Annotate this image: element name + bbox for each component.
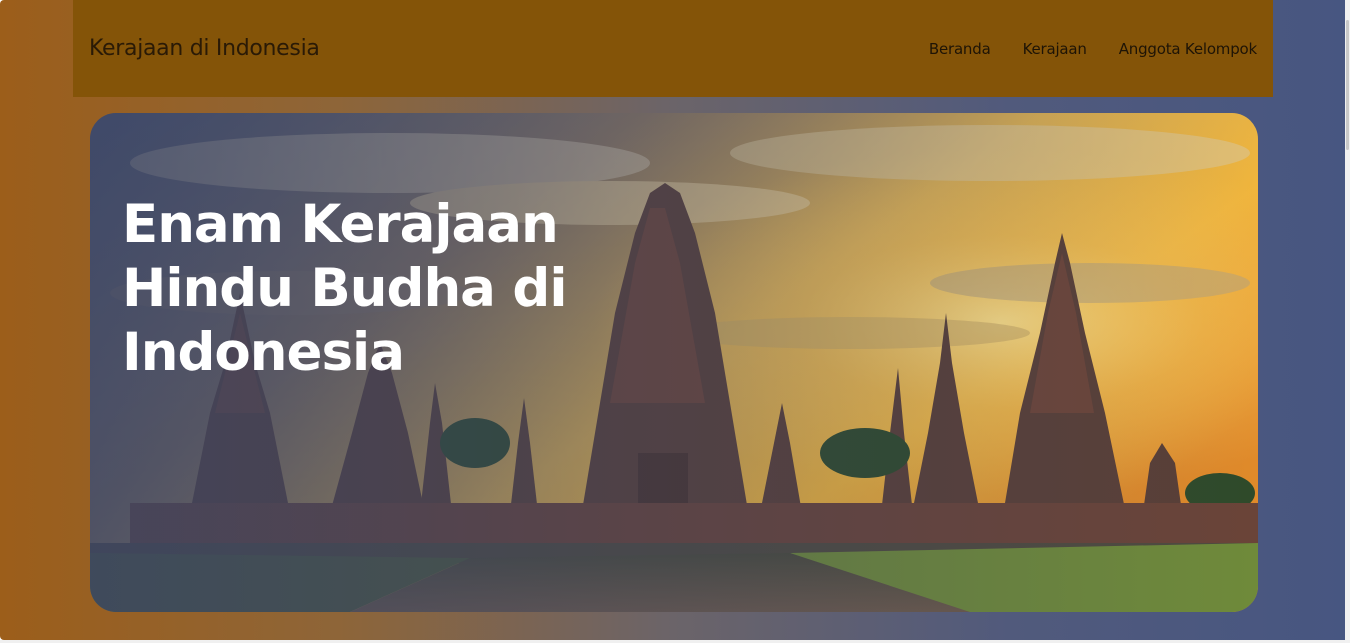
- brand-logo-link[interactable]: Kerajaan di Indonesia: [89, 36, 320, 61]
- vertical-scrollbar[interactable]: [1345, 0, 1350, 643]
- nav-links: Beranda Kerajaan Anggota Kelompok: [929, 40, 1257, 58]
- page: Kerajaan di Indonesia Beranda Kerajaan A…: [0, 0, 1350, 643]
- scrollbar-thumb[interactable]: [1346, 20, 1349, 150]
- hero-banner: Enam Kerajaan Hindu Budha di Indonesia: [90, 113, 1258, 612]
- browser-viewport: Kerajaan di Indonesia Beranda Kerajaan A…: [0, 0, 1345, 640]
- nav-link-kerajaan[interactable]: Kerajaan: [1023, 40, 1087, 58]
- navbar: Kerajaan di Indonesia Beranda Kerajaan A…: [73, 0, 1273, 97]
- nav-link-anggota-kelompok[interactable]: Anggota Kelompok: [1119, 40, 1257, 58]
- hero-title: Enam Kerajaan Hindu Budha di Indonesia: [122, 194, 568, 383]
- nav-link-beranda[interactable]: Beranda: [929, 40, 991, 58]
